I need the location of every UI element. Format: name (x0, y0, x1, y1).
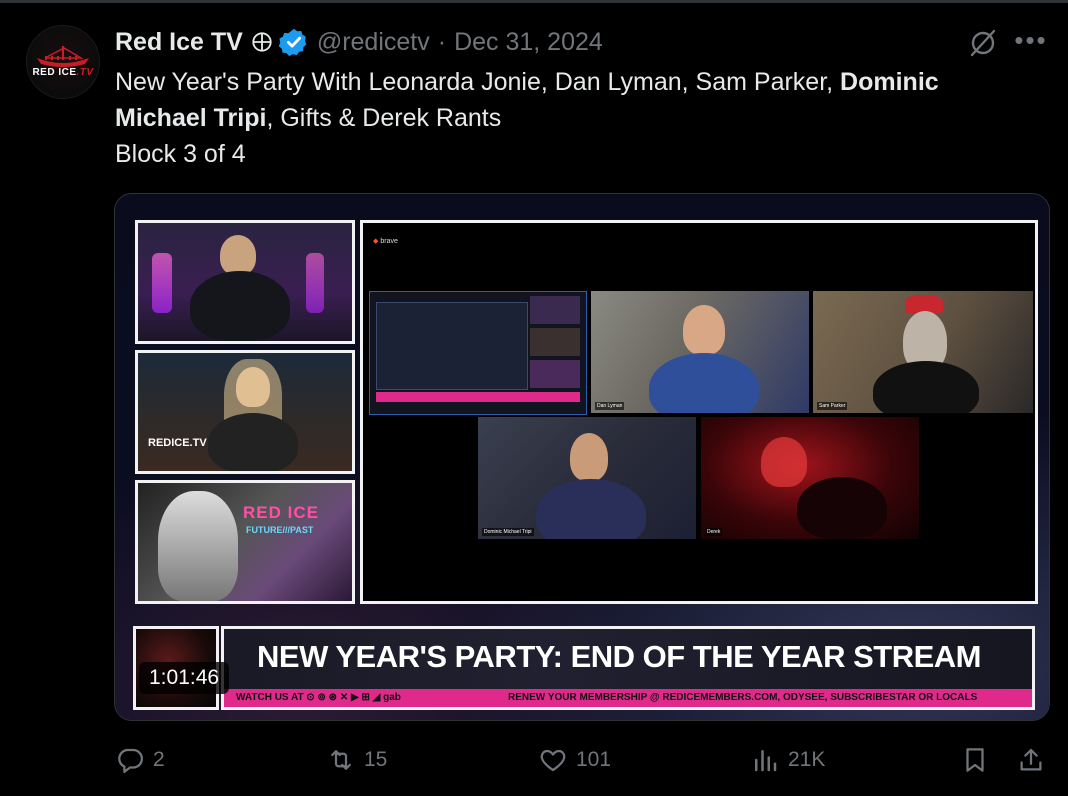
cell-label: Dan Lyman (595, 402, 625, 410)
cell-label: Sam Parker (817, 402, 848, 410)
avatar-logo-text: RED ICE.TV (32, 67, 94, 78)
separator-dot: · (437, 27, 447, 56)
analytics-icon (755, 750, 777, 772)
host-camera-thumbnail (135, 220, 355, 344)
guest-head (683, 305, 725, 355)
share-icon (1020, 748, 1042, 771)
globe-icon (252, 32, 272, 52)
host-body (190, 271, 290, 341)
guest-head (570, 433, 608, 481)
reply-count: 2 (153, 748, 165, 771)
guest-body (536, 479, 646, 539)
brave-browser-label: ◆ brave (373, 238, 398, 245)
top-divider (0, 0, 1068, 3)
guest-cell-derek: Derek (701, 417, 919, 539)
red-ice-future-past-thumbnail: RED ICE FUTURE///PAST (135, 480, 355, 604)
statue-figure (158, 491, 238, 601)
renew-membership-text: RENEW YOUR MEMBERSHIP @ REDICEMEMBERS.CO… (508, 692, 978, 703)
share-button[interactable] (1016, 740, 1046, 780)
video-player[interactable]: REDICE.TV RED ICE FUTURE///PAST ◆ brave … (114, 193, 1050, 721)
redice-tv-sign: REDICE.TV (148, 437, 207, 449)
neon-deer (152, 253, 172, 313)
watch-us-at-text: WATCH US AT ⊙ ⊚ ⊛ ✕ ▶ ⊞ ◢ gab (236, 692, 401, 703)
repost-button[interactable]: 15 (326, 740, 387, 780)
guest-cell-dan-lyman: Dan Lyman (591, 291, 809, 413)
repost-icon (331, 750, 351, 770)
reply-icon (118, 748, 143, 773)
tweet-text-part: , Gifts & Derek Rants (266, 104, 502, 132)
video-duration-badge: 1:01:46 (139, 662, 230, 694)
host-head (220, 235, 256, 275)
tweet-actions-bar: 2 15 101 21K (0, 740, 1068, 780)
stream-title-banner: NEW YEAR'S PARTY: END OF THE YEAR STREAM… (221, 626, 1035, 710)
nested-stream (376, 302, 528, 390)
guest-cell-dominic-tripi: Dominic Michael Tripi (478, 417, 696, 539)
future-past-subtitle: FUTURE///PAST (246, 525, 314, 535)
cell-label: Derek (705, 528, 723, 536)
view-count: 21K (788, 748, 826, 771)
banner-title: NEW YEAR'S PARTY: END OF THE YEAR STREAM (257, 639, 981, 674)
nested-thumb (530, 296, 580, 324)
grok-icon[interactable] (968, 28, 998, 58)
repost-count: 15 (364, 748, 388, 771)
screen-share-cell (369, 291, 587, 415)
cell-label: Dominic Michael Tripi (482, 528, 534, 536)
cohost-body (208, 413, 298, 471)
tweet-text-part: New Year's Party With Leonarda Jonie, Da… (115, 68, 841, 96)
bookmark-icon (966, 748, 984, 772)
main-stream-window: ◆ brave Dan Lyman Sam Parker Dominic Mic… (360, 220, 1038, 604)
verified-badge-icon[interactable] (278, 27, 309, 57)
views-button[interactable]: 21K (750, 740, 825, 780)
neon-deer (306, 253, 324, 313)
punisher-skull (761, 437, 807, 487)
guest-body (873, 361, 979, 413)
more-options-icon[interactable]: ••• (1013, 26, 1049, 58)
guest-cell-sam-parker: Sam Parker (813, 291, 1033, 413)
red-ice-neon-title: RED ICE (243, 503, 319, 522)
tweet-header: Red Ice TV @redicetv · Dec 31, 2024 (115, 24, 603, 60)
like-button[interactable]: 101 (538, 740, 611, 780)
nested-banner (376, 392, 580, 402)
avatar[interactable]: RED ICE.TV (26, 25, 100, 99)
tweet-text-block: Block 3 of 4 (115, 140, 246, 168)
guest-body (797, 477, 887, 539)
tweet-text: New Year's Party With Leonarda Jonie, Da… (115, 64, 1035, 172)
guest-body (649, 353, 759, 413)
like-count: 101 (576, 748, 612, 771)
tweet-date[interactable]: Dec 31, 2024 (454, 28, 603, 57)
nested-thumb (530, 328, 580, 356)
cohost-camera-thumbnail: REDICE.TV (135, 350, 355, 474)
display-name[interactable]: Red Ice TV (115, 28, 243, 57)
nested-thumb (530, 360, 580, 388)
heart-icon (540, 749, 566, 772)
reply-button[interactable]: 2 (115, 740, 165, 780)
user-handle[interactable]: @redicetv (317, 28, 430, 57)
bookmark-button[interactable] (960, 740, 990, 780)
banner-info-bar: WATCH US AT ⊙ ⊚ ⊛ ✕ ▶ ⊞ ◢ gab RENEW YOUR… (224, 689, 1032, 707)
